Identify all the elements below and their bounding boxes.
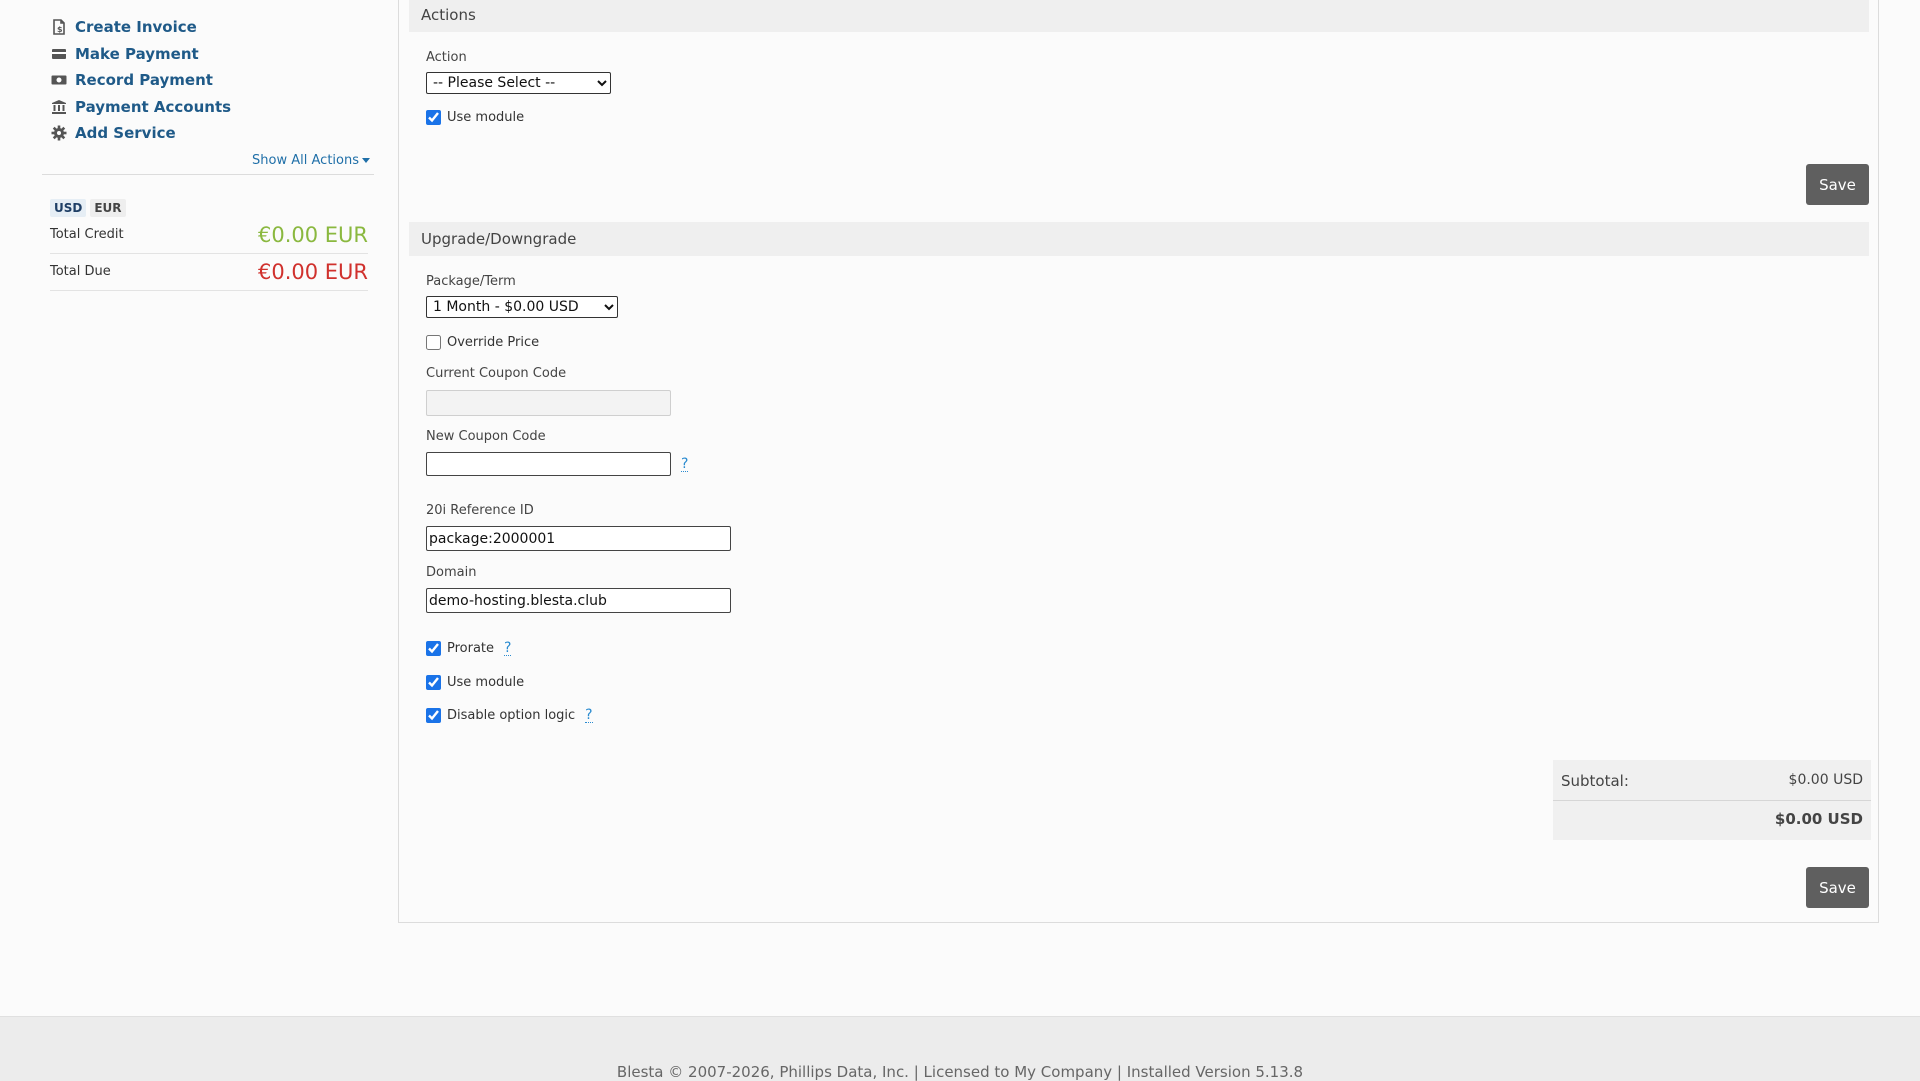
make-payment-label: Make Payment <box>75 44 199 63</box>
prorate-checkbox[interactable]: Prorate ? <box>426 641 512 656</box>
disable-option-logic-checkbox[interactable]: Disable option logic ? <box>426 708 593 723</box>
actions-use-module-input[interactable] <box>426 110 441 125</box>
upgrade-use-module-label: Use module <box>447 675 525 690</box>
package-term-select[interactable]: 1 Month - $0.00 USD <box>426 296 618 318</box>
disable-option-logic-input[interactable] <box>426 708 441 723</box>
currency-tabs: USD EUR <box>42 198 374 217</box>
payment-accounts-label: Payment Accounts <box>75 97 232 116</box>
disable-option-logic-label: Disable option logic <box>447 708 576 723</box>
record-payment-link[interactable]: Record Payment <box>42 67 374 94</box>
currency-tab-eur[interactable]: EUR <box>90 198 126 217</box>
svg-text:$: $ <box>57 25 63 34</box>
add-service-link[interactable]: Add Service <box>42 120 374 147</box>
caret-down-icon <box>362 157 370 163</box>
footer-text: Blesta © 2007-2026, Phillips Data, Inc. … <box>616 1063 1304 1081</box>
show-all-actions-label: Show All Actions <box>252 152 359 168</box>
action-label: Action <box>426 50 467 65</box>
upgrade-use-module-checkbox[interactable]: Use module <box>426 675 524 690</box>
create-invoice-label: Create Invoice <box>75 18 197 37</box>
subtotal-row: Subtotal: $0.00 USD <box>1553 760 1871 801</box>
create-invoice-link[interactable]: $ Create Invoice <box>42 14 374 41</box>
domain-label: Domain <box>426 565 477 580</box>
current-coupon-label: Current Coupon Code <box>426 366 567 381</box>
payment-accounts-link[interactable]: Payment Accounts <box>42 94 374 121</box>
totals-box: Subtotal: $0.00 USD $0.00 USD <box>1553 760 1871 840</box>
actions-use-module-label: Use module <box>447 110 525 125</box>
sidebar-divider <box>42 173 374 175</box>
service-management-panel: Actions Action -- Please Select -- Use m… <box>398 0 1879 923</box>
page-footer: Blesta © 2007-2026, Phillips Data, Inc. … <box>0 1016 1920 1081</box>
total-credit-label: Total Credit <box>50 227 124 242</box>
action-select[interactable]: -- Please Select -- <box>426 72 611 94</box>
credit-card-icon <box>50 45 67 62</box>
currency-tab-usd[interactable]: USD <box>50 198 87 217</box>
actions-section-header: Actions <box>409 0 1869 32</box>
client-actions-sidebar: $ Create Invoice Make Payment Record Pay… <box>42 14 374 291</box>
total-due-row: Total Due €0.00 EUR <box>50 254 368 291</box>
current-coupon-input <box>426 390 671 416</box>
disable-option-logic-help-icon[interactable]: ? <box>585 708 593 723</box>
actions-save-button[interactable]: Save <box>1806 164 1869 205</box>
total-credit-value: €0.00 EUR <box>257 222 368 247</box>
prorate-label: Prorate <box>447 641 495 656</box>
gear-icon <box>50 125 67 142</box>
reference-id-label: 20i Reference ID <box>426 503 534 518</box>
total-due-label: Total Due <box>50 264 111 279</box>
domain-input[interactable] <box>426 588 731 613</box>
upgrade-save-button[interactable]: Save <box>1806 867 1869 908</box>
upgrade-use-module-input[interactable] <box>426 675 441 690</box>
override-price-label: Override Price <box>447 335 540 350</box>
show-all-actions-link[interactable]: Show All Actions <box>42 153 374 168</box>
override-price-input[interactable] <box>426 335 441 350</box>
override-price-checkbox[interactable]: Override Price <box>426 335 539 350</box>
prorate-input[interactable] <box>426 641 441 656</box>
total-due-value: €0.00 EUR <box>257 259 368 284</box>
new-coupon-input[interactable] <box>426 452 671 476</box>
bank-icon <box>50 98 67 115</box>
prorate-help-icon[interactable]: ? <box>504 641 512 656</box>
package-term-label: Package/Term <box>426 274 516 289</box>
new-coupon-help-icon[interactable]: ? <box>681 457 689 472</box>
actions-use-module-checkbox[interactable]: Use module <box>426 110 524 125</box>
new-coupon-label: New Coupon Code <box>426 429 546 444</box>
record-payment-label: Record Payment <box>75 71 213 90</box>
subtotal-label: Subtotal: <box>1561 772 1629 790</box>
upgrade-section-header: Upgrade/Downgrade <box>409 222 1869 256</box>
reference-id-input[interactable] <box>426 526 731 551</box>
subtotal-value: $0.00 USD <box>1788 772 1863 788</box>
total-value: $0.00 USD <box>1774 810 1863 828</box>
money-icon <box>50 72 67 89</box>
total-credit-row: Total Credit €0.00 EUR <box>50 217 368 254</box>
invoice-icon: $ <box>50 19 67 36</box>
make-payment-link[interactable]: Make Payment <box>42 41 374 68</box>
add-service-label: Add Service <box>75 124 176 143</box>
